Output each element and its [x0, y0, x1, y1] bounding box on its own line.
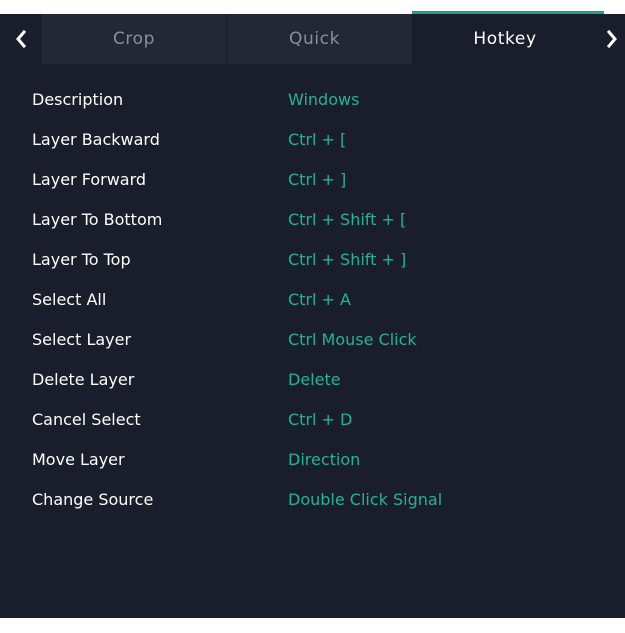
- hotkey-row: Move Layer Direction: [0, 446, 625, 474]
- hotkey-shortcut: Ctrl + A: [288, 290, 351, 309]
- hotkey-action: Layer To Bottom: [32, 210, 163, 229]
- column-header-description: Description: [32, 90, 124, 109]
- hotkey-panel: Crop Quick Hotkey Description Windows La…: [0, 14, 625, 618]
- hotkey-action: Layer Backward: [32, 130, 160, 149]
- column-header-windows: Windows: [288, 90, 360, 109]
- chevron-right-icon[interactable]: [598, 14, 625, 64]
- hotkey-row: Change Source Double Click Signal: [0, 486, 625, 514]
- hotkey-action: Select All: [32, 290, 107, 309]
- hotkey-action: Move Layer: [32, 450, 125, 469]
- hotkey-row: Layer To Bottom Ctrl + Shift + [: [0, 206, 625, 234]
- hotkey-action: Layer Forward: [32, 170, 147, 189]
- active-tab-indicator: [412, 0, 604, 14]
- hotkey-shortcut: Ctrl + Shift + [: [288, 210, 407, 229]
- tab-quick[interactable]: Quick: [227, 14, 412, 64]
- hotkey-action: Select Layer: [32, 330, 132, 349]
- hotkey-shortcut: Delete: [288, 370, 341, 389]
- tab-hotkey[interactable]: Hotkey: [412, 14, 598, 64]
- chevron-left-icon[interactable]: [0, 14, 42, 64]
- hotkey-row: Delete Layer Delete: [0, 366, 625, 394]
- tab-crop[interactable]: Crop: [42, 14, 227, 64]
- tab-bar: Crop Quick Hotkey: [0, 14, 625, 64]
- hotkey-shortcut: Ctrl + [: [288, 130, 347, 149]
- hotkey-row: Layer Backward Ctrl + [: [0, 126, 625, 154]
- hotkey-shortcut: Double Click Signal: [288, 490, 443, 509]
- hotkey-row: Cancel Select Ctrl + D: [0, 406, 625, 434]
- hotkey-shortcut: Direction: [288, 450, 361, 469]
- hotkey-shortcut: Ctrl + ]: [288, 170, 347, 189]
- hotkey-header-row: Description Windows: [0, 86, 625, 114]
- hotkey-action: Layer To Top: [32, 250, 131, 269]
- hotkey-row: Select Layer Ctrl Mouse Click: [0, 326, 625, 354]
- hotkey-action: Delete Layer: [32, 370, 135, 389]
- hotkey-row: Layer To Top Ctrl + Shift + ]: [0, 246, 625, 274]
- hotkey-action: Cancel Select: [32, 410, 141, 429]
- hotkey-action: Change Source: [32, 490, 154, 509]
- hotkey-row: Layer Forward Ctrl + ]: [0, 166, 625, 194]
- hotkey-shortcut: Ctrl + Shift + ]: [288, 250, 407, 269]
- hotkey-shortcut: Ctrl Mouse Click: [288, 330, 417, 349]
- hotkey-shortcut: Ctrl + D: [288, 410, 353, 429]
- hotkey-row: Select All Ctrl + A: [0, 286, 625, 314]
